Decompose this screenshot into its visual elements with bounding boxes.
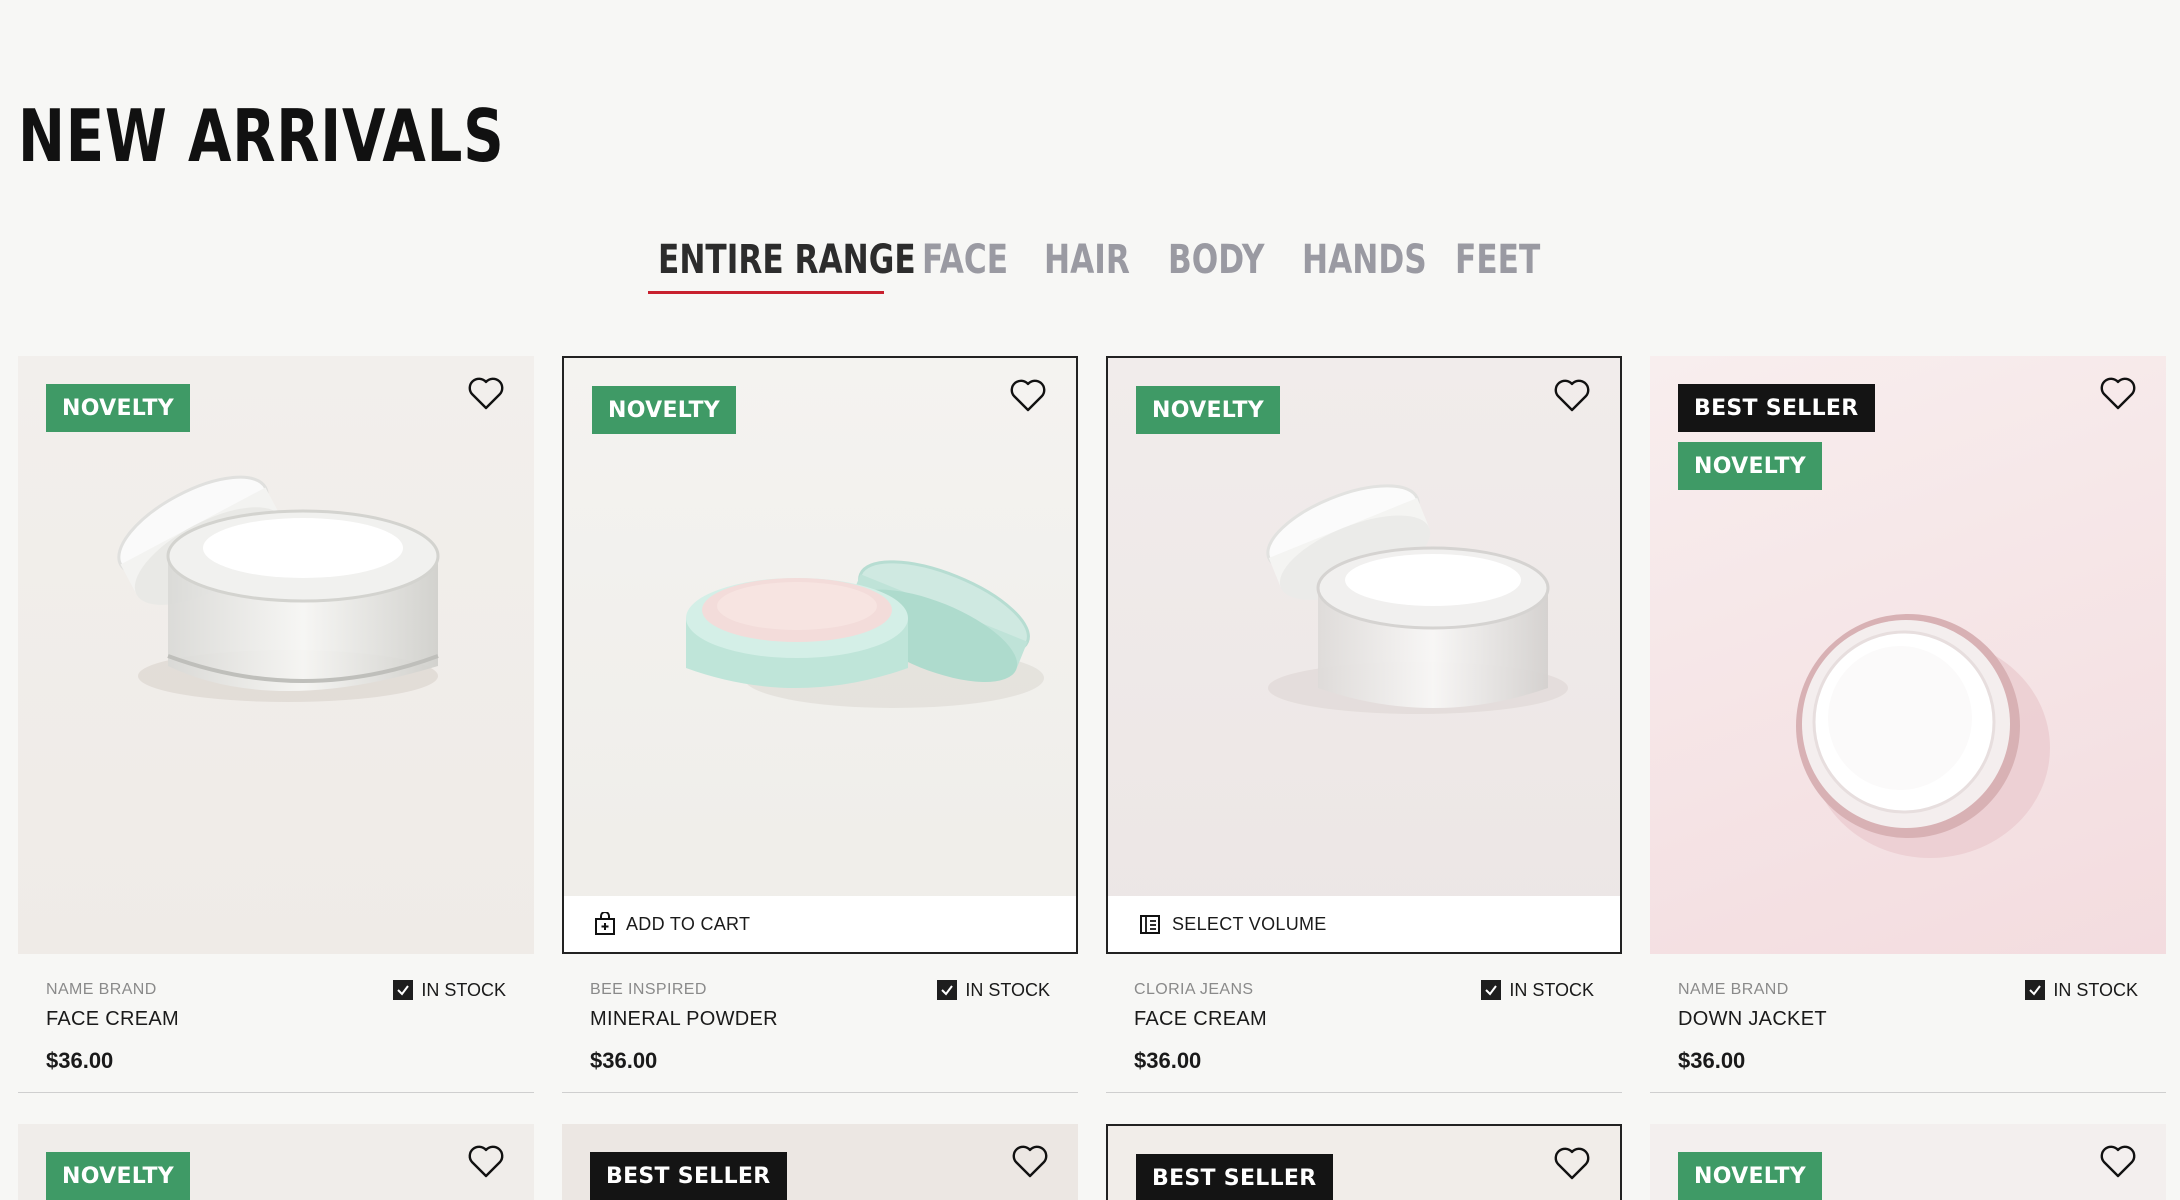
- novelty-badge: NOVELTY: [1678, 442, 1822, 490]
- stock-label: IN STOCK: [965, 979, 1050, 1000]
- product-meta: BEE INSPIRED IN STOCK: [590, 970, 1050, 1010]
- tab-feet[interactable]: FEET: [1455, 232, 1540, 296]
- product-card[interactable]: NOVELTY: [1650, 1124, 2166, 1200]
- add-to-cart-button[interactable]: ADD TO CART: [564, 896, 1076, 952]
- stock-label: IN STOCK: [2053, 979, 2138, 1000]
- tab-face[interactable]: FACE: [922, 232, 1008, 296]
- product-image[interactable]: BEST SELLER NOVELTY: [1650, 356, 2166, 954]
- product-meta: NAME BRAND IN STOCK: [46, 970, 506, 1010]
- product-meta: CLORIA JEANS IN STOCK: [1134, 970, 1594, 1010]
- product-price: $36.00: [1134, 1048, 1202, 1073]
- product-image[interactable]: NOVELTY: [1650, 1124, 2166, 1200]
- checkbox-icon: [937, 980, 958, 1000]
- category-tabs: ENTIRE RANGE FACE HAIR BODY HANDS FEET: [0, 232, 2180, 302]
- heart-icon[interactable]: [2098, 374, 2138, 414]
- action-label: ADD TO CART: [626, 913, 751, 934]
- mint-powder-jar-icon: [686, 560, 1044, 708]
- stock-status: IN STOCK: [393, 980, 506, 1001]
- product-name[interactable]: FACE CREAM: [1134, 1008, 1267, 1031]
- heart-icon[interactable]: [1010, 1142, 1050, 1182]
- heart-icon[interactable]: [1008, 376, 1048, 416]
- product-card[interactable]: BEST SELLER NOVELTY NAME BRAND IN STOCK …: [1650, 356, 2166, 1096]
- product-image[interactable]: NOVELTY: [18, 356, 534, 954]
- open-cream-jar-icon: [1266, 484, 1568, 714]
- stock-status: IN STOCK: [2025, 980, 2138, 1001]
- card-divider: [1650, 1092, 2166, 1093]
- novelty-badge: NOVELTY: [1136, 386, 1280, 434]
- heart-icon[interactable]: [1552, 1144, 1592, 1184]
- product-price: $36.00: [1678, 1048, 1746, 1073]
- product-price: $36.00: [46, 1048, 114, 1073]
- select-volume-button[interactable]: SELECT VOLUME: [1108, 896, 1620, 952]
- active-tab-underline: [648, 291, 884, 294]
- brand-name: NAME BRAND: [46, 981, 157, 998]
- page-title: NEW ARRIVALS: [18, 94, 505, 178]
- tab-entire-range[interactable]: ENTIRE RANGE: [658, 232, 916, 296]
- product-image[interactable]: BEST SELLER: [562, 1124, 1078, 1200]
- checkbox-icon: [393, 980, 414, 1000]
- open-cream-jar-icon: [117, 475, 440, 702]
- stock-status: IN STOCK: [1481, 980, 1594, 1001]
- product-card[interactable]: NOVELTY: [18, 1124, 534, 1200]
- product-card[interactable]: NOVELTY ADD TO CART BEE INSPIRED IN STOC…: [562, 356, 1078, 1096]
- heart-icon[interactable]: [466, 374, 506, 414]
- volume-selector-icon: [1140, 915, 1160, 934]
- best-seller-badge: BEST SELLER: [590, 1152, 787, 1200]
- product-image[interactable]: NOVELTY: [18, 1124, 534, 1200]
- tab-hair[interactable]: HAIR: [1044, 232, 1130, 296]
- product-name[interactable]: FACE CREAM: [46, 1008, 179, 1031]
- stock-label: IN STOCK: [421, 979, 506, 1000]
- heart-icon[interactable]: [2098, 1142, 2138, 1182]
- tab-hands[interactable]: HANDS: [1302, 232, 1427, 296]
- novelty-badge: NOVELTY: [46, 1152, 190, 1200]
- product-price: $36.00: [590, 1048, 658, 1073]
- product-name[interactable]: MINERAL POWDER: [590, 1008, 778, 1031]
- card-divider: [562, 1092, 1078, 1093]
- brand-name: BEE INSPIRED: [590, 981, 707, 998]
- novelty-badge: NOVELTY: [1678, 1152, 1822, 1200]
- heart-icon[interactable]: [1552, 376, 1592, 416]
- checkbox-icon: [1481, 980, 1502, 1000]
- product-name[interactable]: DOWN JACKET: [1678, 1008, 1827, 1031]
- best-seller-badge: BEST SELLER: [1678, 384, 1875, 432]
- product-card[interactable]: NOVELTY SELECT VOLUME CLORIA JEANS IN ST…: [1106, 356, 1622, 1096]
- card-divider: [18, 1092, 534, 1093]
- heart-icon[interactable]: [466, 1142, 506, 1182]
- shopping-bag-icon: [595, 912, 615, 935]
- product-card[interactable]: NOVELTY NAME BRAND IN STOCK FACE CREAM $…: [18, 356, 534, 1096]
- brand-name: CLORIA JEANS: [1134, 981, 1254, 998]
- action-label: SELECT VOLUME: [1172, 913, 1327, 934]
- brand-name: NAME BRAND: [1678, 981, 1789, 998]
- product-card[interactable]: BEST SELLER: [1106, 1124, 1622, 1200]
- product-image[interactable]: NOVELTY SELECT VOLUME: [1106, 356, 1622, 954]
- product-image[interactable]: NOVELTY ADD TO CART: [562, 356, 1078, 954]
- novelty-badge: NOVELTY: [592, 386, 736, 434]
- product-meta: NAME BRAND IN STOCK: [1678, 970, 2138, 1010]
- product-image[interactable]: BEST SELLER: [1106, 1124, 1622, 1200]
- stock-label: IN STOCK: [1509, 979, 1594, 1000]
- checkbox-icon: [2025, 980, 2046, 1000]
- novelty-badge: NOVELTY: [46, 384, 190, 432]
- best-seller-badge: BEST SELLER: [1136, 1154, 1333, 1200]
- tab-body[interactable]: BODY: [1168, 232, 1265, 296]
- product-card[interactable]: BEST SELLER: [562, 1124, 1078, 1200]
- card-divider: [1106, 1092, 1622, 1093]
- stock-status: IN STOCK: [937, 980, 1050, 1001]
